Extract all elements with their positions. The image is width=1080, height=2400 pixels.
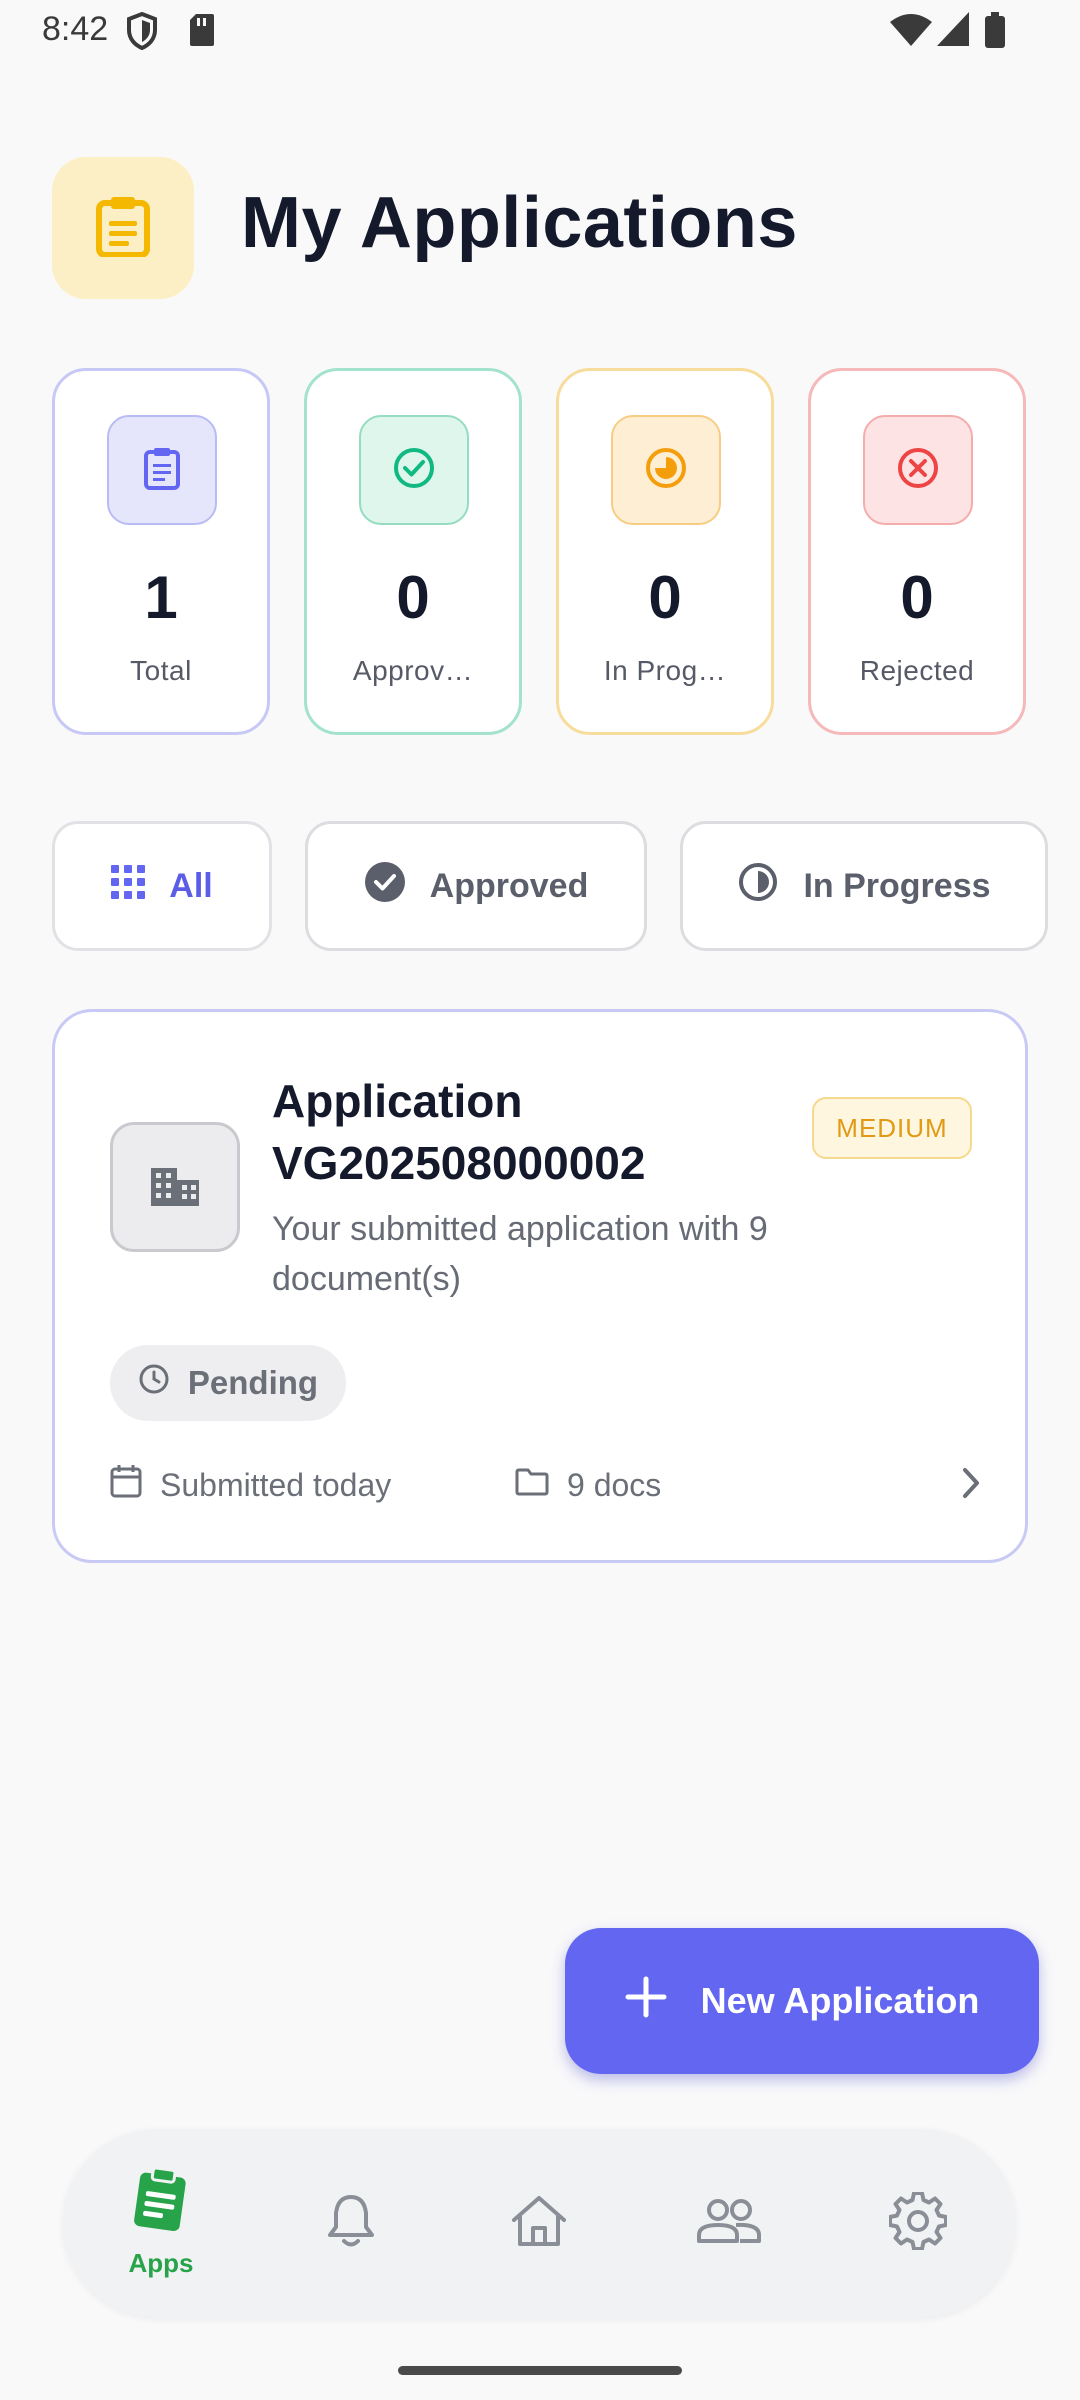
docs-count-text: 9 docs [567,1466,662,1503]
building-icon [149,1162,201,1213]
stat-value: 0 [648,564,682,631]
application-title: Application VG202508000002 [272,1075,646,1189]
filter-chip-label: In Progress [803,866,991,905]
building-icon-box [110,1122,240,1252]
stat-value: 1 [144,564,178,631]
stat-value: 0 [900,564,934,631]
bottom-nav: Apps [63,2129,1016,2317]
folder-icon [515,1467,549,1504]
application-card[interactable]: Application VG202508000002 MEDIUM Your s… [52,1009,1028,1563]
nav-item-notifications[interactable] [281,2129,421,2317]
nav-item-apps[interactable]: Apps [91,2129,231,2317]
stat-icon-box [107,415,217,525]
application-description: Your submitted application with 9 docume… [272,1210,768,1298]
nav-item-home[interactable] [469,2129,609,2317]
stat-label: Rejected [859,655,975,686]
nav-item-people[interactable] [659,2129,799,2317]
stat-value: 0 [396,564,430,631]
x-circle-icon [896,446,940,495]
submitted-meta: Submitted today [110,1460,391,1510]
check-circle-filled-icon [364,861,406,912]
plus-icon [625,1976,667,2027]
stat-card-in-progress[interactable]: 0 In Prog… [556,368,774,735]
stat-card-rejected[interactable]: 0 Rejected [808,368,1026,735]
home-icon [510,2194,568,2253]
nav-item-settings[interactable] [848,2129,988,2317]
clock-icon [138,1363,170,1403]
stat-icon-box [863,415,973,525]
stat-card-approved[interactable]: 0 Approv… [304,368,522,735]
gear-icon [888,2190,948,2255]
grid-icon [111,864,146,908]
stat-icon-box [359,415,469,525]
nav-label: Apps [128,2248,194,2278]
filter-chip-all[interactable]: All [52,821,272,951]
submitted-text: Submitted today [160,1466,392,1503]
shield-icon [126,11,158,55]
battery-icon [984,12,1006,53]
new-application-button[interactable]: New Application [565,1928,1039,2074]
sd-card-icon [188,12,216,53]
chevron-right-icon[interactable] [960,1466,982,1505]
status-text: Pending [187,1364,319,1401]
stat-label: Approv… [352,655,474,686]
people-icon [696,2197,762,2250]
filter-chip-in-progress[interactable]: In Progress [680,821,1048,951]
bell-icon [326,2193,376,2254]
application-meta-row: Submitted today 9 docs [110,1460,990,1510]
page-title: My Applications [241,183,798,263]
stat-card-total[interactable]: 1 Total [52,368,270,735]
docs-meta: 9 docs [515,1460,661,1510]
apps-clipboard-icon [129,2166,193,2240]
status-time: 8:42 [42,10,109,48]
progress-icon [644,446,688,495]
clipboard-icon [93,195,153,262]
signal-icon [937,12,969,51]
progress-icon [737,861,779,912]
status-badge: Pending [110,1345,346,1421]
stat-label: Total [130,655,192,686]
clipboard-icon [142,446,182,495]
check-circle-icon [392,446,436,495]
stat-label: In Prog… [603,655,727,686]
calendar-icon [110,1464,142,1506]
stat-icon-box [611,415,721,525]
filter-chip-approved[interactable]: Approved [305,821,647,951]
wifi-icon [890,14,932,51]
new-application-label: New Application [700,1980,980,2021]
filter-chip-label: Approved [429,866,589,905]
priority-badge: MEDIUM [812,1097,972,1159]
header-icon-box [52,157,194,299]
home-indicator[interactable] [398,2366,682,2375]
filter-chip-label: All [169,866,213,905]
screen: 8:42 My Applications 1 Total 0 Approv… 0… [0,0,1080,2400]
status-bar: 8:42 [0,0,1080,62]
